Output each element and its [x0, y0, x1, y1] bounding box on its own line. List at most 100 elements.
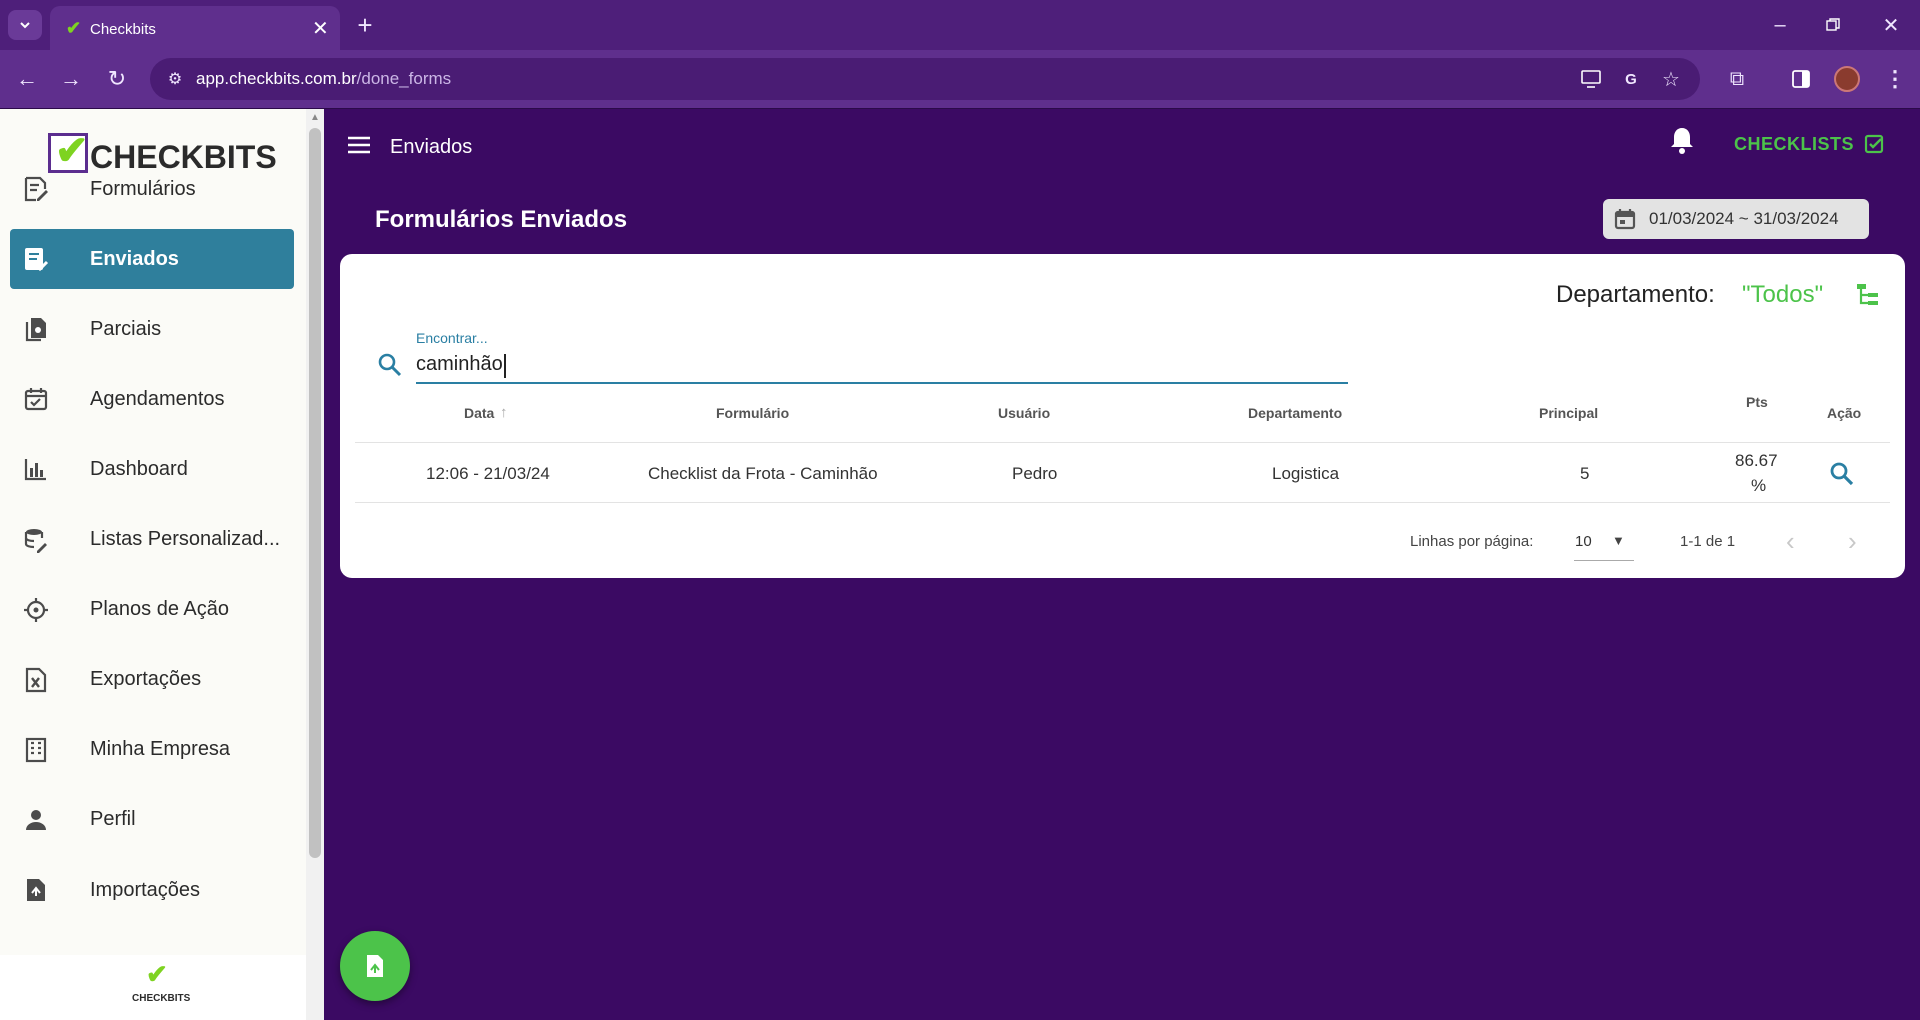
rows-per-page-select[interactable]: 10 ▼ — [1574, 527, 1634, 561]
sidebar-item-parciais[interactable]: Parciais — [10, 299, 294, 359]
building-icon — [22, 736, 50, 764]
browser-tab[interactable]: ✔ Checkbits ✕ — [50, 6, 340, 50]
checkbox-checked-icon — [1864, 134, 1884, 154]
forward-icon[interactable]: → — [56, 64, 86, 94]
footer-logo-text: CHECKBITS — [132, 993, 191, 1004]
back-icon[interactable]: ← — [12, 64, 42, 94]
scroll-up-arrow-icon[interactable]: ▲ — [310, 112, 320, 123]
close-tab-icon[interactable]: ✕ — [312, 16, 329, 41]
crosshair-icon — [22, 596, 50, 624]
cell-principal: 5 — [1580, 464, 1590, 483]
column-header-acao[interactable]: Ação — [1827, 405, 1861, 421]
new-form-fab[interactable] — [340, 931, 410, 1001]
sidebar-item-dashboard[interactable]: Dashboard — [10, 439, 294, 499]
cell-usuario: Pedro — [1012, 464, 1058, 483]
file-upload-icon — [22, 876, 50, 904]
search-icon[interactable] — [377, 352, 403, 378]
sidebar-item-label: Parciais — [90, 317, 162, 340]
dropdown-caret-icon: ▼ — [1612, 533, 1625, 548]
sidebar-item-label: Exportações — [90, 668, 202, 691]
calendar-check-icon — [22, 385, 50, 413]
sidebar-item-label: Dashboard — [90, 457, 188, 480]
sidebar-item-label: Perfil — [90, 808, 136, 831]
person-icon — [22, 806, 50, 834]
column-header-principal[interactable]: Principal — [1539, 405, 1598, 421]
excel-file-icon — [22, 666, 50, 694]
browser-menu-icon[interactable]: ⋮ — [1880, 64, 1910, 94]
date-range-text: 01/03/2024 ~ 31/03/2024 — [1649, 209, 1839, 228]
column-header-departamento[interactable]: Departamento — [1248, 405, 1342, 421]
tab-title: Checkbits — [90, 21, 156, 38]
sidebar-item-agendamentos[interactable]: Agendamentos — [10, 369, 294, 429]
rows-per-page-label: Linhas por página: — [1410, 533, 1534, 550]
database-edit-icon — [22, 526, 50, 554]
column-header-formulario[interactable]: Formulário — [716, 405, 789, 421]
department-label: Departamento: — [1556, 281, 1715, 308]
table-row[interactable]: 12:06 - 21/03/24 Checklist da Frota - Ca… — [355, 443, 1890, 503]
notification-bell-icon[interactable] — [1668, 125, 1698, 155]
site-info-icon[interactable]: ⚙ — [160, 64, 190, 94]
new-tab-icon[interactable]: + — [350, 10, 380, 40]
checklists-button[interactable]: CHECKLISTS — [1734, 132, 1884, 156]
close-window-icon[interactable]: ✕ — [1876, 10, 1906, 40]
bookmark-star-icon[interactable]: ☆ — [1656, 64, 1686, 94]
translate-icon[interactable]: G — [1616, 64, 1646, 94]
pagination-range: 1-1 de 1 — [1680, 533, 1736, 550]
sidebar-item-formul-rios[interactable]: Formulários — [10, 159, 294, 219]
sidebar-item-enviados[interactable]: Enviados — [10, 229, 294, 290]
column-header-pts[interactable]: Pts — [1746, 394, 1768, 410]
minimize-icon[interactable]: – — [1765, 10, 1795, 40]
sidebar-item-perfil[interactable]: Perfil — [10, 790, 294, 850]
url-path: /done_forms — [356, 69, 452, 88]
sidebar-item-label: Agendamentos — [90, 387, 225, 410]
file-export-icon — [365, 954, 385, 978]
calendar-icon — [1613, 207, 1637, 231]
sidebar-item-label: Listas Personalizad... — [90, 528, 281, 550]
sort-ascending-icon[interactable]: ↑ — [500, 404, 508, 421]
sidebar-item-label: Formulários — [90, 177, 196, 200]
sidebar-item-importa-es[interactable]: Importações — [10, 860, 294, 920]
install-app-icon[interactable] — [1576, 64, 1606, 94]
next-page-icon[interactable]: › — [1848, 526, 1857, 557]
footer-logo: ✔ CHECKBITS — [130, 959, 191, 1011]
sidebar-footer: ✔ CHECKBITS — [0, 955, 306, 1020]
cell-departamento: Logistica — [1272, 464, 1340, 483]
cell-formulario: Checklist da Frota - Caminhão — [648, 464, 878, 483]
text-cursor — [504, 354, 506, 378]
search-input[interactable]: caminhão — [416, 352, 1348, 384]
checklists-label: CHECKLISTS — [1734, 133, 1855, 154]
partial-docs-icon — [22, 315, 50, 343]
profile-avatar[interactable] — [1834, 66, 1860, 92]
reload-icon[interactable]: ↻ — [102, 64, 132, 94]
browser-toolbar: ← → ↻ ⚙ app.checkbits.com.br/done_forms … — [0, 50, 1920, 109]
prev-page-icon[interactable]: ‹ — [1786, 526, 1795, 557]
cell-pts: 86.67 — [1735, 451, 1778, 470]
sidebar-scrollbar-thumb[interactable] — [309, 128, 321, 858]
search-field-label: Encontrar... — [416, 330, 488, 346]
view-search-icon[interactable] — [1829, 461, 1855, 487]
sidebar-item-label: Planos de Ação — [90, 598, 229, 621]
sidebar-item-label: Importações — [90, 878, 201, 901]
side-panel-icon[interactable] — [1786, 64, 1816, 94]
department-filter-value[interactable]: "Todos" — [1742, 281, 1823, 309]
sidebar-item-minha-empresa[interactable]: Minha Empresa — [10, 720, 294, 780]
address-bar[interactable]: ⚙ app.checkbits.com.br/done_forms G ☆ — [150, 58, 1700, 100]
date-range-button[interactable]: 01/03/2024 ~ 31/03/2024 — [1603, 199, 1869, 239]
footer-logo-check-icon: ✔ — [146, 959, 168, 989]
tab-search-icon[interactable] — [8, 10, 42, 40]
column-header-data[interactable]: Data — [464, 405, 494, 421]
sidebar-item-listas-personalizad[interactable]: Listas Personalizad... — [10, 510, 294, 570]
header-title: Enviados — [390, 136, 473, 158]
sidebar-item-planos-de-a-o[interactable]: Planos de Ação — [10, 580, 294, 640]
rows-per-page-value: 10 — [1575, 533, 1592, 550]
department-tree-icon[interactable] — [1856, 282, 1880, 308]
form-edit-icon — [22, 175, 50, 203]
sidebar-item-label: Minha Empresa — [90, 738, 231, 761]
form-sent-icon — [22, 245, 50, 273]
url-host: app.checkbits.com.br — [196, 69, 357, 88]
extensions-icon[interactable]: ⧉ — [1722, 64, 1752, 94]
restore-icon[interactable] — [1818, 10, 1848, 40]
sidebar-item-exporta-es[interactable]: Exportações — [10, 650, 294, 710]
column-header-usuario[interactable]: Usuário — [998, 405, 1050, 421]
hamburger-menu-icon[interactable] — [346, 134, 374, 158]
